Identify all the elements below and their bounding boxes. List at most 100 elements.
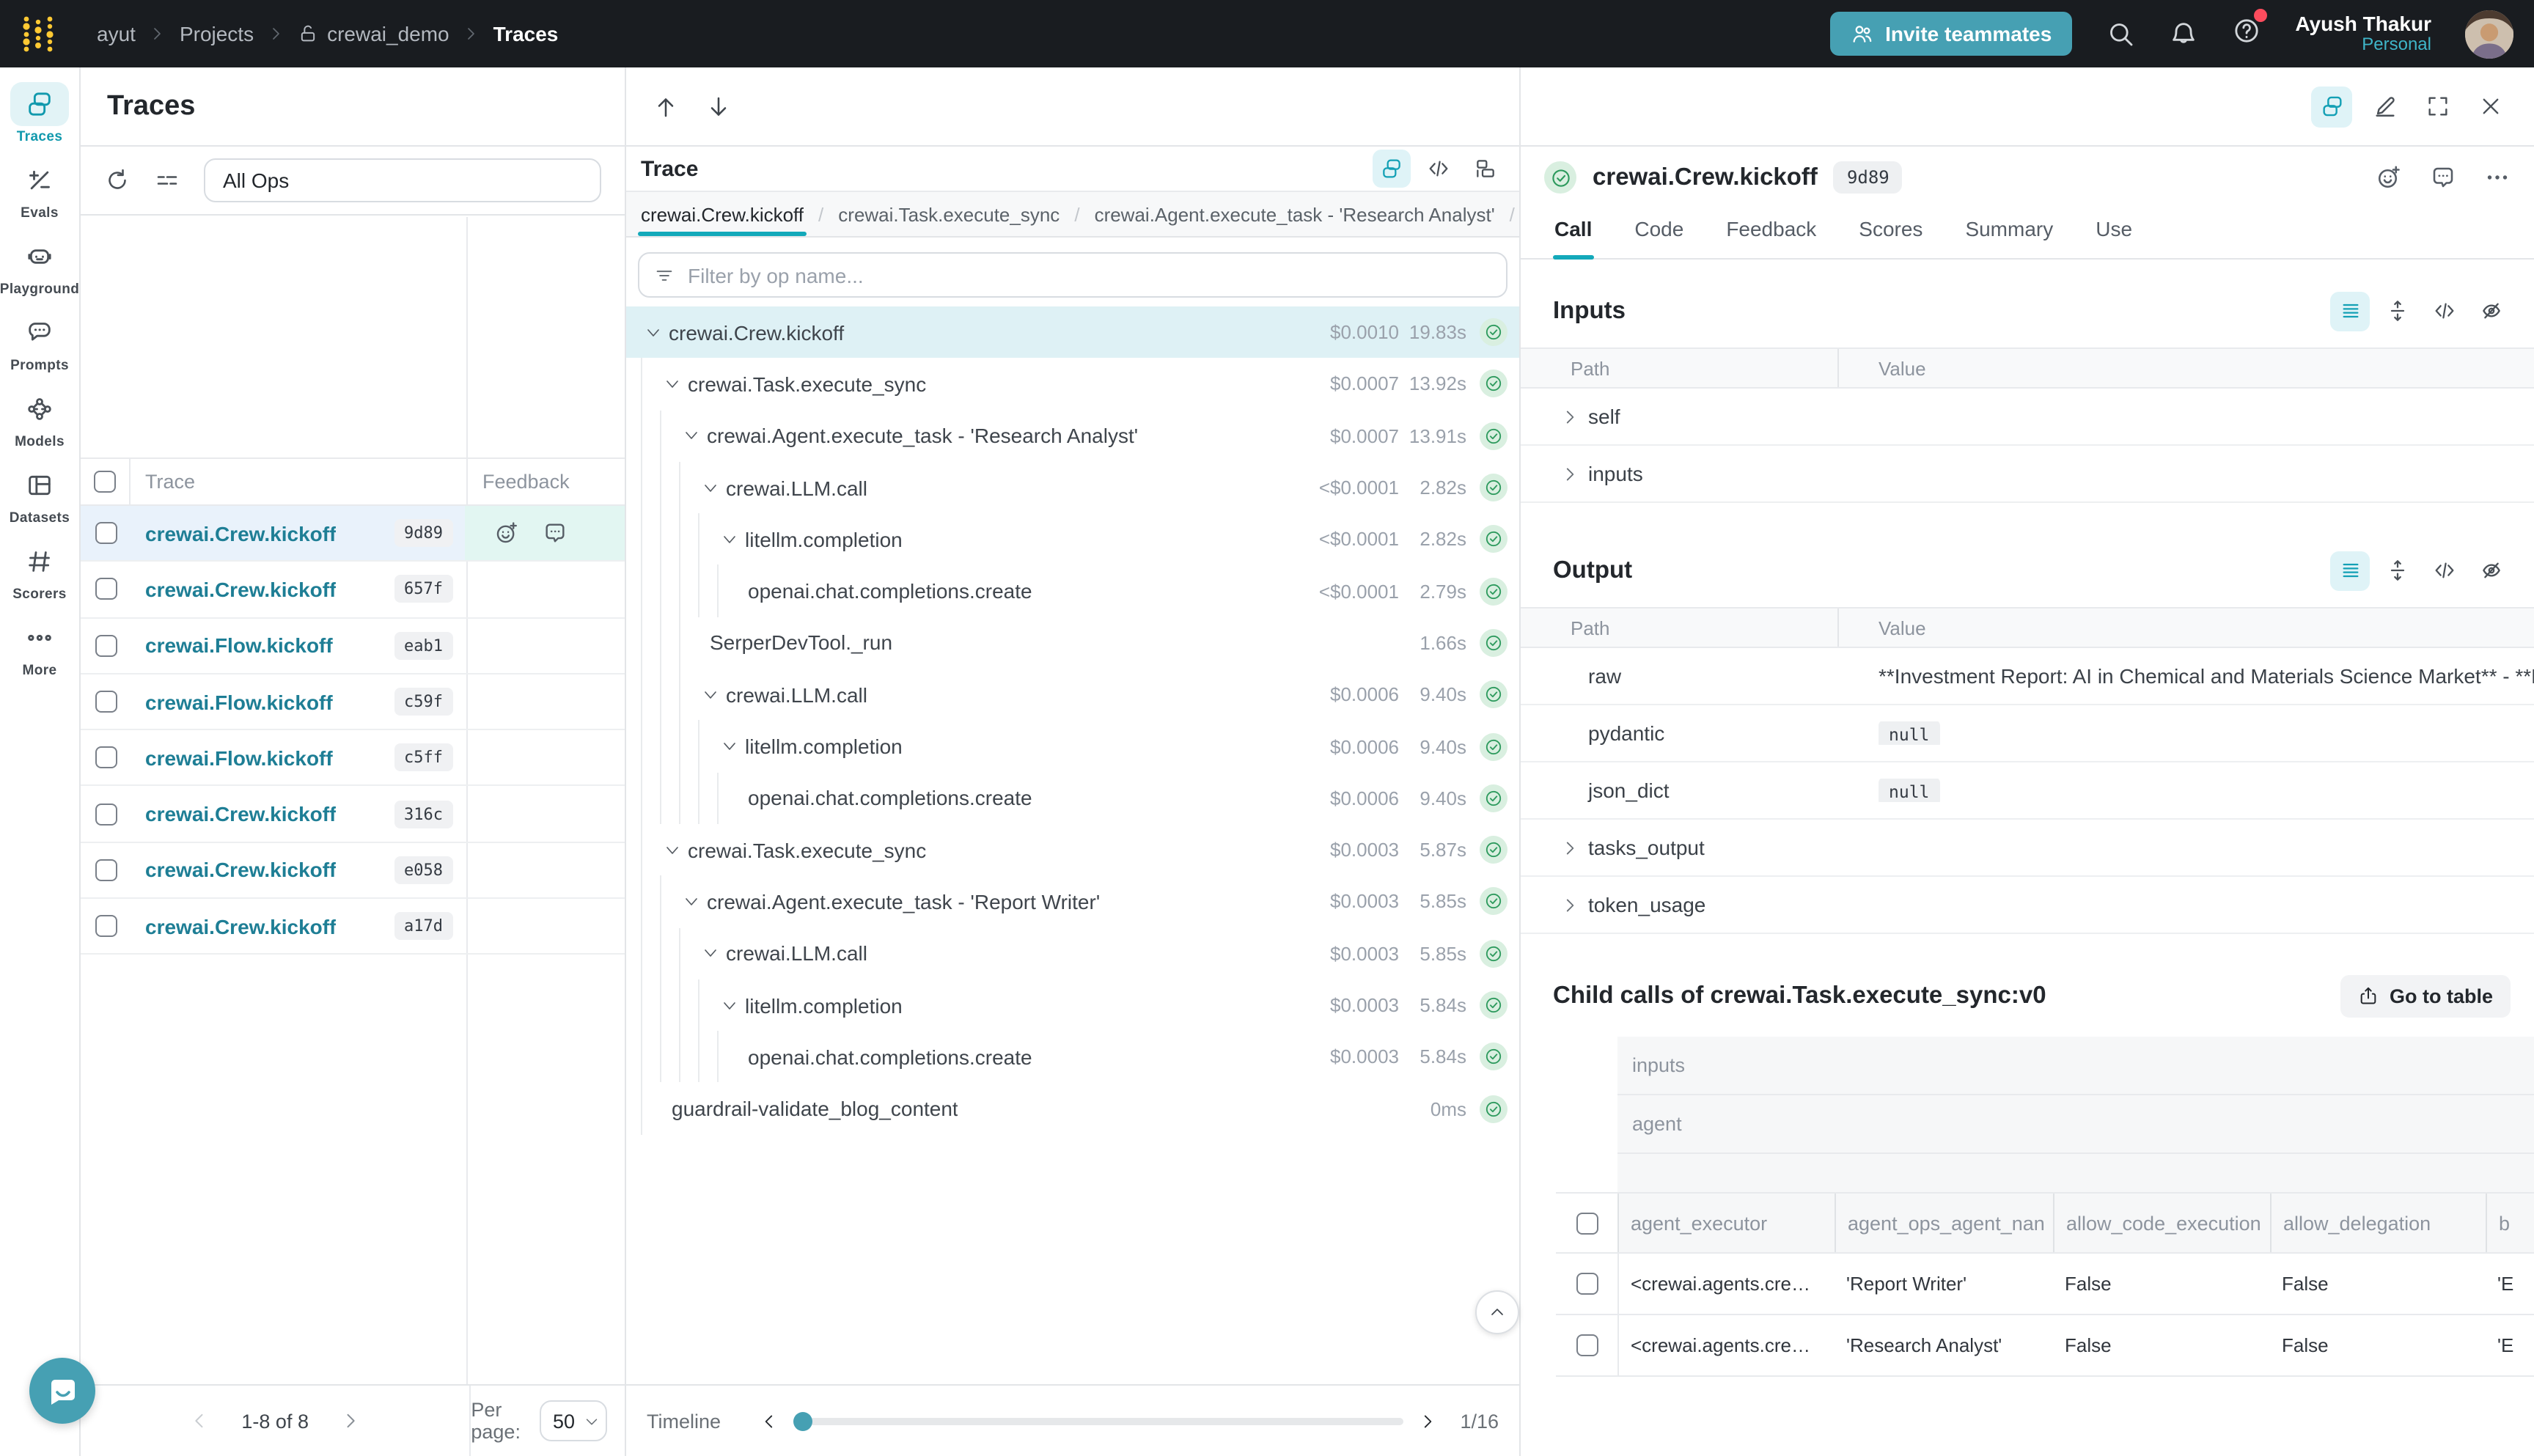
caret-down-icon[interactable]: [679, 427, 704, 444]
call-tree-row[interactable]: crewai.LLM.call $0.0006 9.40s: [626, 669, 1519, 721]
sidebar-item-datasets[interactable]: Datasets: [3, 463, 76, 526]
trace-row[interactable]: crewai.Flow.kickoff c5ff: [81, 730, 625, 787]
close-panel-button[interactable]: [2469, 86, 2511, 127]
call-tree-row[interactable]: openai.chat.completions.create $0.0003 5…: [626, 1031, 1519, 1083]
row-checkbox[interactable]: [95, 859, 117, 881]
call-tree-row[interactable]: crewai.Agent.execute_task - 'Research An…: [626, 410, 1519, 462]
per-page-select[interactable]: 50: [540, 1400, 607, 1441]
trace-row[interactable]: crewai.Flow.kickoff c59f: [81, 674, 625, 731]
call-tree-row[interactable]: openai.chat.completions.create $0.0006 9…: [626, 772, 1519, 824]
more-menu-icon[interactable]: [2484, 164, 2511, 191]
data-row[interactable]: pydantic null: [1521, 705, 2534, 762]
sidebar-item-prompts[interactable]: Prompts: [3, 311, 76, 374]
next-page-icon[interactable]: [341, 1411, 361, 1431]
caret-down-icon[interactable]: [660, 841, 685, 858]
edit-button[interactable]: [2364, 86, 2405, 127]
trace-row[interactable]: crewai.Crew.kickoff 657f: [81, 562, 625, 619]
chevron-right-icon[interactable]: [1551, 464, 1588, 483]
caret-down-icon[interactable]: [717, 531, 742, 548]
select-all-checkbox[interactable]: [1576, 1212, 1598, 1234]
add-note-icon[interactable]: [543, 521, 568, 545]
call-tree-row[interactable]: crewai.Agent.execute_task - 'Report Writ…: [626, 876, 1519, 928]
row-checkbox[interactable]: [95, 634, 117, 656]
code-view-button[interactable]: [2424, 291, 2464, 331]
sidebar-item-models[interactable]: Models: [3, 387, 76, 450]
column-header[interactable]: b: [2486, 1194, 2534, 1252]
column-settings-icon[interactable]: [154, 167, 180, 194]
chevron-right-icon[interactable]: [1551, 895, 1588, 914]
search-icon[interactable]: [2106, 19, 2135, 48]
breadcrumb-projects[interactable]: Projects: [180, 22, 254, 45]
scroll-to-top-button[interactable]: [1475, 1290, 1519, 1334]
ops-filter-select[interactable]: All Ops: [204, 158, 601, 202]
row-checkbox[interactable]: [95, 803, 117, 825]
data-row[interactable]: raw **Investment Report: AI in Chemical …: [1521, 648, 2534, 705]
hide-values-button[interactable]: [2471, 291, 2511, 331]
refresh-icon[interactable]: [104, 167, 131, 194]
call-breadcrumb-tab[interactable]: crewai.Task.execute_sync: [835, 192, 1062, 236]
caret-down-icon[interactable]: [698, 685, 723, 703]
trace-link[interactable]: crewai.Crew.kickoff: [145, 914, 336, 938]
trace-row[interactable]: crewai.Flow.kickoff eab1: [81, 618, 625, 674]
support-chat-button[interactable]: [29, 1358, 95, 1424]
column-header[interactable]: allow_code_execution: [2053, 1194, 2270, 1252]
trace-link[interactable]: crewai.Crew.kickoff: [145, 578, 336, 601]
data-row[interactable]: inputs: [1521, 446, 2534, 503]
trace-row[interactable]: crewai.Crew.kickoff 9d89: [81, 506, 625, 562]
breadcrumb-project[interactable]: crewai_demo: [298, 22, 449, 45]
tab-scores[interactable]: Scores: [1857, 208, 1924, 260]
call-tree-row[interactable]: litellm.completion <$0.0001 2.82s: [626, 513, 1519, 565]
go-to-table-button[interactable]: Go to table: [2340, 974, 2511, 1017]
next-trace-icon[interactable]: [705, 93, 732, 120]
timeline-handle[interactable]: [793, 1411, 812, 1430]
trace-link[interactable]: crewai.Flow.kickoff: [145, 746, 333, 770]
tab-use[interactable]: Use: [2094, 208, 2134, 260]
tree-view-button[interactable]: [1373, 150, 1411, 188]
call-tree-row[interactable]: SerperDevTool._run 1.66s: [626, 617, 1519, 669]
tab-feedback[interactable]: Feedback: [1725, 208, 1818, 260]
sidebar-item-more[interactable]: More: [3, 616, 76, 679]
call-breadcrumb-tab[interactable]: crewai.Crew.kickoff: [638, 192, 807, 236]
caret-down-icon[interactable]: [717, 738, 742, 755]
chevron-right-icon[interactable]: [1551, 838, 1588, 857]
column-header[interactable]: agent_executor: [1617, 1194, 1835, 1252]
expand-rows-button[interactable]: [2377, 551, 2417, 590]
trace-view-toggle-button[interactable]: [2311, 86, 2352, 127]
select-all-checkbox[interactable]: [94, 471, 116, 493]
row-checkbox[interactable]: [95, 691, 117, 713]
column-header[interactable]: allow_delegation: [2270, 1194, 2486, 1252]
caret-down-icon[interactable]: [679, 893, 704, 911]
tab-summary[interactable]: Summary: [1964, 208, 2054, 260]
add-reaction-icon[interactable]: [494, 521, 519, 545]
caret-down-icon[interactable]: [641, 323, 666, 341]
prev-page-icon[interactable]: [188, 1411, 209, 1431]
fullscreen-button[interactable]: [2417, 86, 2458, 127]
wandb-logo-icon[interactable]: [21, 15, 56, 53]
sidebar-item-traces[interactable]: Traces: [3, 82, 76, 145]
data-row[interactable]: json_dict null: [1521, 762, 2534, 820]
code-view-button[interactable]: [1420, 150, 1458, 188]
caret-down-icon[interactable]: [660, 375, 685, 393]
breadcrumb-page[interactable]: Traces: [493, 22, 559, 45]
code-view-button[interactable]: [2424, 551, 2464, 590]
data-row[interactable]: tasks_output: [1521, 820, 2534, 877]
trace-link[interactable]: crewai.Crew.kickoff: [145, 802, 336, 826]
table-row[interactable]: <crewai.agents.cre…'Research Analyst'Fal…: [1556, 1315, 2534, 1377]
breadcrumb-entity[interactable]: ayut: [97, 22, 136, 45]
caret-down-icon[interactable]: [698, 479, 723, 496]
trace-link[interactable]: crewai.Crew.kickoff: [145, 521, 336, 545]
call-tree-row[interactable]: crewai.LLM.call <$0.0001 2.82s: [626, 462, 1519, 514]
caret-down-icon[interactable]: [717, 996, 742, 1014]
call-tree-row[interactable]: guardrail-validate_blog_content 0ms: [626, 1083, 1519, 1135]
trace-row[interactable]: crewai.Crew.kickoff e058: [81, 843, 625, 900]
data-row[interactable]: token_usage: [1521, 877, 2534, 934]
sidebar-item-evals[interactable]: Evals: [3, 158, 76, 221]
previous-trace-icon[interactable]: [653, 93, 679, 120]
invite-teammates-button[interactable]: Invite teammates: [1829, 12, 2072, 56]
flame-view-button[interactable]: [1466, 150, 1505, 188]
row-checkbox[interactable]: [1576, 1273, 1598, 1295]
timeline-slider[interactable]: [793, 1411, 1403, 1430]
row-checkbox[interactable]: [95, 522, 117, 544]
chevron-right-icon[interactable]: [1551, 407, 1588, 426]
trace-row[interactable]: crewai.Crew.kickoff a17d: [81, 899, 625, 955]
